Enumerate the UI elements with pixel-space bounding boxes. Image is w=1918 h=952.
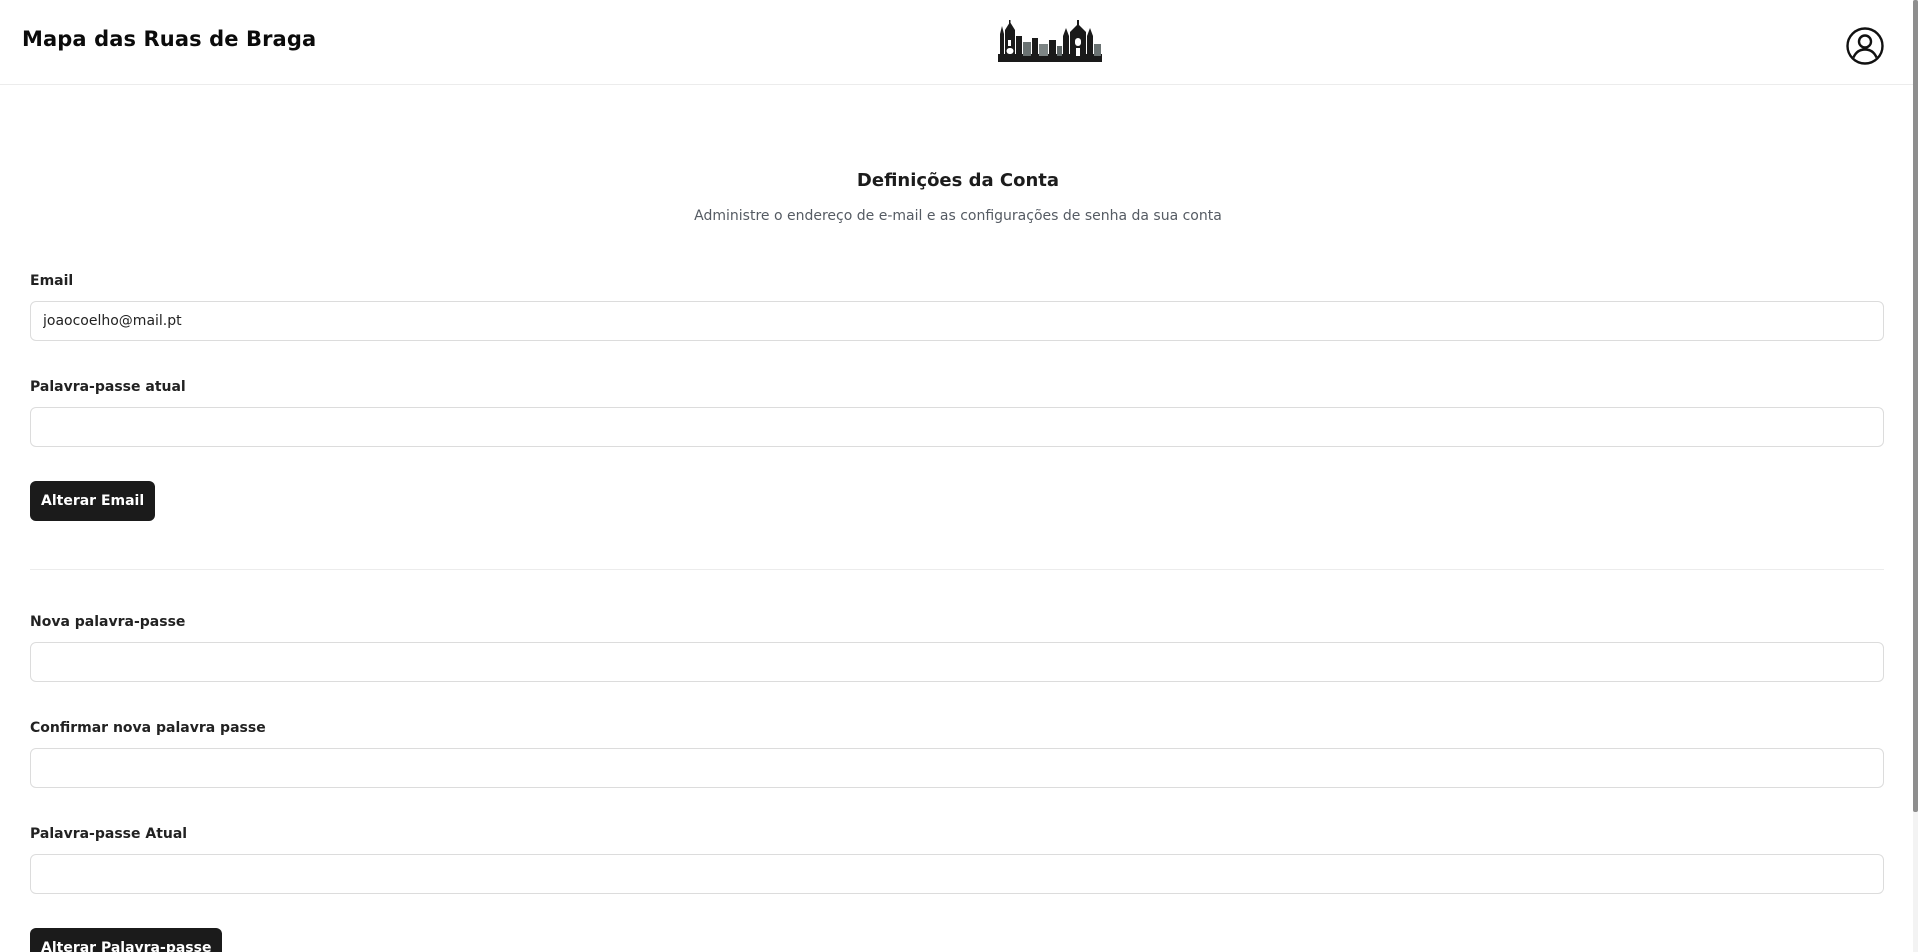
top-navbar: Mapa das Ruas de Braga — [0, 0, 1918, 85]
email-label: Email — [30, 273, 74, 289]
braga-skyline-logo[interactable] — [998, 20, 1102, 62]
new-password-label: Nova palavra-passe — [30, 614, 186, 630]
new-password-field[interactable] — [30, 642, 1884, 682]
current-password-field-2[interactable] — [30, 854, 1884, 894]
current-password-field[interactable] — [30, 407, 1884, 447]
confirm-password-label: Confirmar nova palavra passe — [30, 720, 266, 736]
current-password-label: Palavra-passe atual — [30, 379, 186, 395]
page-subtitle: Administre o endereço de e-mail e as con… — [694, 208, 1222, 224]
user-circle-icon[interactable] — [1845, 26, 1885, 66]
section-divider — [30, 569, 1884, 570]
change-email-button[interactable]: Alterar Email — [30, 481, 156, 521]
app-title[interactable]: Mapa das Ruas de Braga — [22, 27, 316, 51]
scrollbar-thumb[interactable] — [1913, 0, 1918, 812]
page-title: Definições da Conta — [856, 170, 1060, 191]
change-password-button[interactable]: Alterar Palavra-passe — [30, 928, 223, 952]
email-field[interactable] — [30, 301, 1884, 341]
confirm-password-field[interactable] — [30, 748, 1884, 788]
page: Mapa das Ruas de Braga Definições da Con… — [0, 0, 1918, 952]
current-password-label-2: Palavra-passe Atual — [30, 826, 188, 842]
vertical-scrollbar[interactable] — [1913, 0, 1918, 952]
